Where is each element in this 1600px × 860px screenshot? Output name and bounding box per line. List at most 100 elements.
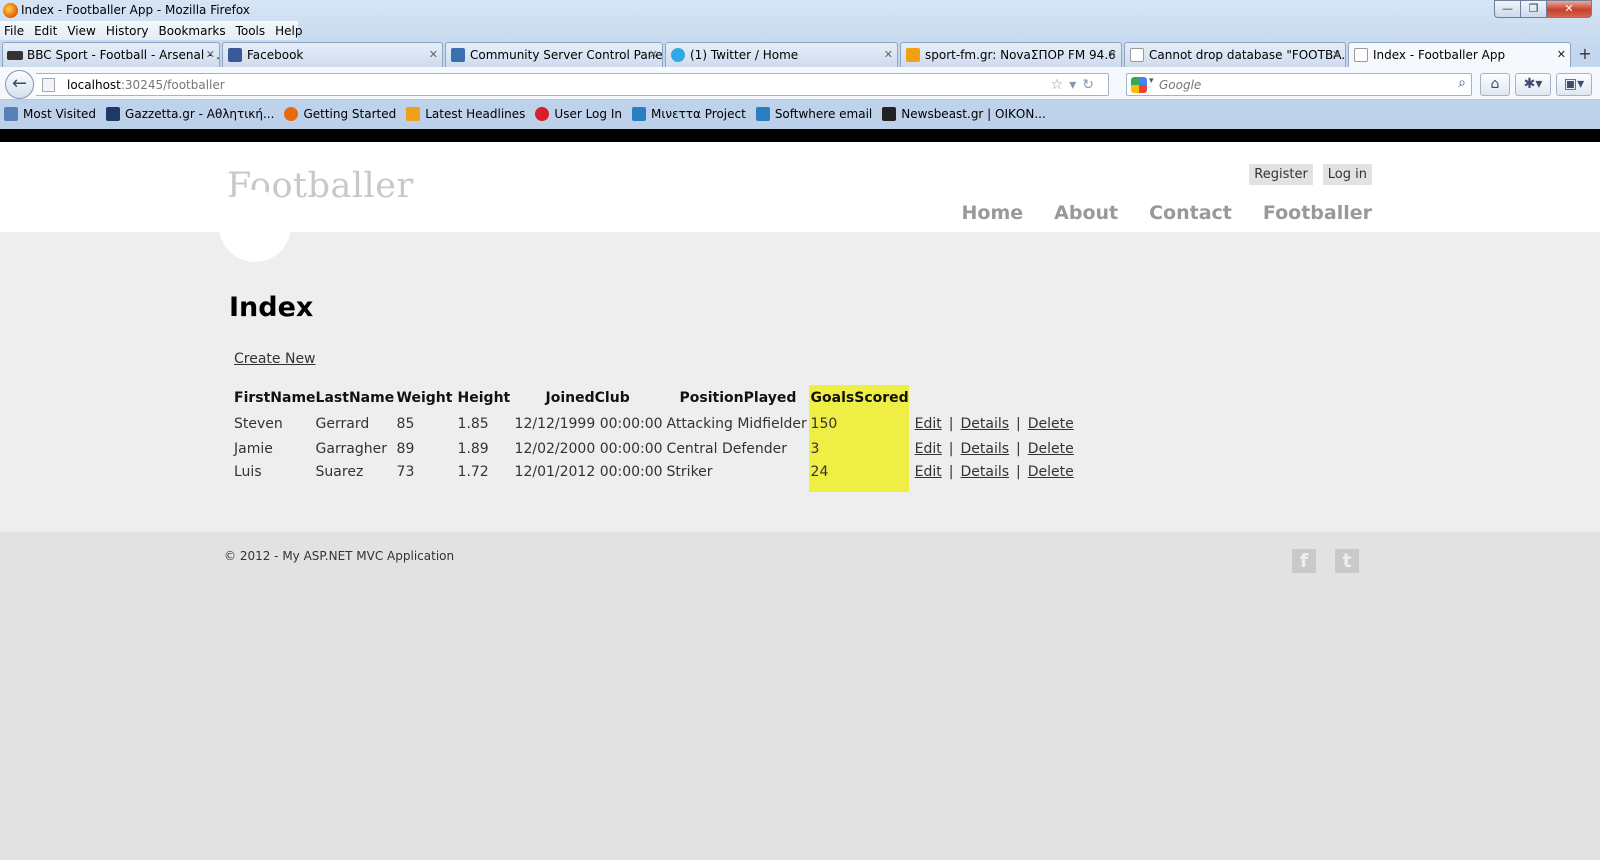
edit-link[interactable]: Edit — [915, 441, 942, 457]
edit-link[interactable]: Edit — [915, 464, 942, 480]
bookmark-label: Newsbeast.gr | ΟΙΚΟΝ... — [901, 107, 1046, 121]
table-header-row: FirstName LastName Weight Height JoinedC… — [230, 385, 1074, 411]
search-bar[interactable]: ▾ ⌕ — [1126, 73, 1472, 96]
close-tab-icon[interactable]: ✕ — [1332, 43, 1341, 67]
tab-bbc-sport[interactable]: BBC Sport - Football - Arsenal - ... ✕ — [2, 42, 220, 67]
minimize-button[interactable]: — — [1494, 0, 1520, 18]
back-button[interactable]: ← — [5, 70, 34, 99]
menu-edit[interactable]: Edit — [34, 24, 57, 38]
window-title: Index - Footballer App - Mozilla Firefox — [21, 3, 250, 17]
close-tab-icon[interactable]: ✕ — [649, 43, 658, 67]
create-new-link[interactable]: Create New — [234, 351, 316, 367]
action-separator: | — [1016, 440, 1021, 457]
menu-view[interactable]: View — [67, 24, 95, 38]
close-tab-icon[interactable]: ✕ — [1108, 43, 1117, 67]
page-icon — [1130, 48, 1144, 62]
login-link[interactable]: Log in — [1322, 164, 1372, 185]
bbc-icon — [7, 51, 23, 60]
cell-firstname: Luis — [234, 464, 262, 480]
reload-icon[interactable]: ↻ — [1082, 77, 1100, 93]
main-nav: Home About Contact Footballer — [962, 202, 1373, 224]
puzzle-icon: ✱▾ — [1523, 76, 1543, 92]
menu-file[interactable]: File — [4, 24, 24, 38]
header-decoration — [219, 190, 291, 262]
close-tab-icon[interactable]: ✕ — [1557, 43, 1566, 67]
bookmark-minetta-project[interactable]: Μινεττα Project — [631, 107, 746, 121]
cell-goalsscored: 3 — [808, 436, 909, 461]
home-button[interactable]: ⌂ — [1480, 73, 1510, 96]
details-link[interactable]: Details — [961, 464, 1010, 480]
tab-label: Facebook — [247, 48, 304, 62]
twitter-icon[interactable]: t — [1335, 549, 1359, 573]
sportfm-icon — [906, 48, 920, 62]
close-tab-icon[interactable]: ✕ — [884, 43, 893, 67]
tab-label: BBC Sport - Football - Arsenal - ... — [27, 48, 220, 62]
address-bar[interactable]: localhost:30245/footballer ☆▾↻ — [36, 73, 1109, 96]
edit-link[interactable]: Edit — [915, 416, 942, 432]
cell-positionplayed: Attacking Midfielder — [666, 415, 807, 432]
tab-label: Community Server Control Panel — [470, 48, 663, 62]
nav-about[interactable]: About — [1054, 202, 1118, 224]
bookmark-latest-headlines[interactable]: Latest Headlines — [406, 107, 525, 121]
menu-bookmarks[interactable]: Bookmarks — [159, 24, 226, 38]
cell-firstname: Steven — [234, 415, 283, 432]
menu-history[interactable]: History — [106, 24, 149, 38]
addon-button[interactable]: ✱▾ — [1515, 73, 1551, 96]
search-input[interactable] — [1159, 76, 1449, 93]
back-arrow-icon: ← — [11, 73, 28, 94]
bookmark-getting-started[interactable]: Getting Started — [284, 107, 396, 121]
close-window-button[interactable]: ✕ — [1546, 0, 1592, 18]
details-link[interactable]: Details — [961, 441, 1010, 457]
bookmark-most-visited[interactable]: Most Visited — [4, 107, 96, 121]
row-actions: Edit | Details | Delete — [909, 436, 1074, 461]
search-icon[interactable]: ⌕ — [1458, 75, 1466, 91]
facebook-icon[interactable]: f — [1292, 549, 1316, 573]
twitter-icon — [671, 48, 685, 62]
tab-community-server[interactable]: Community Server Control Panel ✕ — [445, 42, 663, 67]
address-path: :30245/footballer — [120, 78, 225, 92]
tab-sport-fm[interactable]: sport-fm.gr: NovaΣΠΟΡ FM 94.6 ✕ — [900, 42, 1122, 67]
google-icon[interactable] — [1131, 77, 1147, 93]
bookmark-label: Latest Headlines — [425, 107, 526, 121]
delete-link[interactable]: Delete — [1028, 416, 1074, 432]
tab-label: Cannot drop database "FOOTBA... — [1149, 48, 1346, 62]
bookmark-label: Softwhere email — [774, 107, 873, 121]
web-page: Footballer Register Log in Home About Co… — [0, 142, 1600, 860]
close-tab-icon[interactable]: ✕ — [429, 43, 438, 67]
action-separator: | — [1016, 415, 1021, 432]
row-actions: Edit | Details | Delete — [909, 411, 1074, 436]
new-tab-button[interactable]: + — [1573, 44, 1597, 66]
bookmark-newsbeast[interactable]: Newsbeast.gr | ΟΙΚΟΝ... — [882, 107, 1046, 121]
table-row: Jamie Garragher 89 1.89 12/02/2000 00:00… — [230, 436, 1074, 461]
history-dropdown-icon[interactable]: ▾ — [1069, 77, 1082, 93]
maximize-button[interactable]: ❐ — [1520, 0, 1546, 18]
login-links: Register Log in — [1249, 164, 1372, 185]
close-tab-icon[interactable]: ✕ — [206, 43, 215, 67]
tab-facebook[interactable]: Facebook ✕ — [222, 42, 443, 67]
col-header-joinedclub: JoinedClub — [545, 390, 630, 406]
details-link[interactable]: Details — [961, 416, 1010, 432]
page-title: Index — [229, 292, 314, 323]
menu-help[interactable]: Help — [275, 24, 302, 38]
tab-twitter[interactable]: (1) Twitter / Home ✕ — [665, 42, 898, 67]
bookmark-gazzetta[interactable]: Gazzetta.gr - Αθλητική... — [106, 107, 274, 121]
bookmark-star-icon[interactable]: ☆ — [1051, 77, 1070, 93]
cell-weight: 85 — [396, 415, 415, 432]
downloads-button[interactable]: ▣▾ — [1556, 73, 1592, 96]
bookmark-softwhere-email[interactable]: Softwhere email — [755, 107, 873, 121]
delete-link[interactable]: Delete — [1028, 441, 1074, 457]
tab-index-footballer[interactable]: Index - Footballer App ✕ — [1348, 42, 1571, 68]
address-url[interactable]: localhost:30245/footballer — [67, 78, 225, 92]
col-header-weight: Weight — [396, 390, 453, 406]
home-icon: ⌂ — [1490, 76, 1500, 92]
nav-footballer[interactable]: Footballer — [1263, 202, 1372, 224]
menu-tools[interactable]: Tools — [236, 24, 266, 38]
bookmark-user-login[interactable]: User Log In — [535, 107, 622, 121]
delete-link[interactable]: Delete — [1028, 464, 1074, 480]
nav-contact[interactable]: Contact — [1149, 202, 1232, 224]
nav-home[interactable]: Home — [962, 202, 1024, 224]
tab-cannot-drop[interactable]: Cannot drop database "FOOTBA... ✕ — [1124, 42, 1346, 67]
search-engine-dropdown-icon[interactable]: ▾ — [1149, 76, 1154, 86]
newsbeast-icon — [882, 107, 897, 121]
register-link[interactable]: Register — [1249, 164, 1313, 185]
